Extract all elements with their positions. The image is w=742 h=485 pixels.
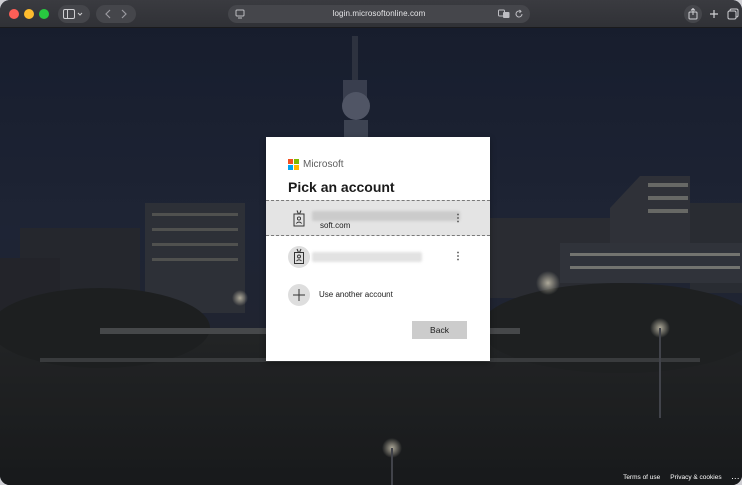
browser-window: login.microsoftonline.com Microsoft Pick… [0, 0, 742, 485]
reload-icon[interactable] [514, 9, 524, 19]
sidebar-toggle-button[interactable] [58, 5, 90, 23]
account-email: soft.com [320, 221, 351, 230]
account-picker-dialog: Microsoft Pick an account soft.com ⋮ ⋮ U… [266, 137, 490, 361]
share-button[interactable] [684, 5, 702, 23]
account-tile-2[interactable]: ⋮ [266, 239, 490, 275]
page-footer: Terms of use Privacy & cookies ... [623, 474, 742, 481]
more-options-icon[interactable]: ⋮ [452, 211, 464, 227]
address-bar[interactable]: login.microsoftonline.com [228, 5, 530, 23]
back-arrow-icon[interactable] [104, 9, 112, 19]
plus-icon [288, 284, 310, 306]
use-another-account-label: Use another account [319, 290, 393, 299]
browser-toolbar: login.microsoftonline.com [0, 0, 742, 28]
navigation-buttons [96, 5, 136, 23]
account-badge-icon [288, 208, 310, 230]
tab-overview-icon [727, 8, 739, 20]
back-button[interactable]: Back [412, 321, 467, 339]
sidebar-icon [63, 9, 83, 19]
dialog-title: Pick an account [288, 179, 395, 195]
zoom-window-button[interactable] [39, 9, 49, 19]
privacy-cookies-link[interactable]: Privacy & cookies [670, 474, 721, 481]
redacted-account-name [312, 252, 422, 262]
forward-arrow-icon[interactable] [120, 9, 128, 19]
account-tile-1[interactable]: soft.com ⋮ [266, 200, 490, 236]
microsoft-logo: Microsoft [288, 159, 344, 170]
translate-icon[interactable] [498, 9, 510, 19]
redacted-account-name [312, 211, 460, 221]
close-window-button[interactable] [9, 9, 19, 19]
new-tab-button[interactable] [705, 5, 723, 23]
share-icon [688, 8, 698, 20]
url-text: login.microsoftonline.com [332, 9, 426, 18]
more-links-icon[interactable]: ... [732, 474, 740, 481]
account-badge-icon [288, 246, 310, 268]
more-options-icon[interactable]: ⋮ [452, 249, 464, 265]
brand-name: Microsoft [303, 159, 344, 170]
use-another-account-tile[interactable]: Use another account [266, 277, 490, 313]
minimize-window-button[interactable] [24, 9, 34, 19]
tab-overview-button[interactable] [724, 5, 742, 23]
plus-icon [710, 10, 718, 18]
terms-of-use-link[interactable]: Terms of use [623, 474, 660, 481]
microsoft-logo-icon [288, 159, 299, 170]
